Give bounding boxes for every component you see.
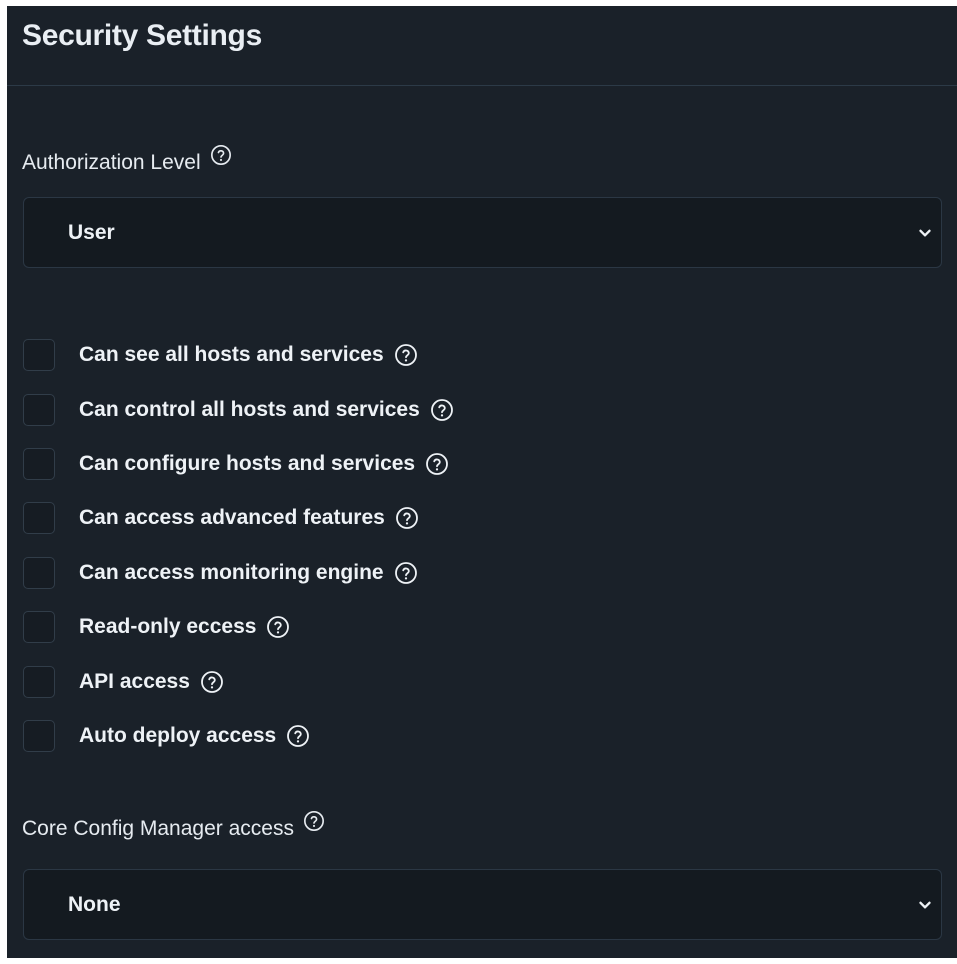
permission-row[interactable]: Can configure hosts and services [23, 437, 923, 491]
permission-row[interactable]: Can access advanced features [23, 491, 923, 545]
authorization-level-label-text: Authorization Level [22, 151, 201, 174]
permission-checkbox[interactable] [23, 447, 55, 480]
permission-row[interactable]: Can control all hosts and services [23, 382, 923, 436]
permission-checkbox[interactable] [23, 665, 55, 698]
help-icon[interactable] [302, 809, 326, 833]
panel-header: Security Settings [7, 6, 957, 86]
chevron-down-icon [918, 898, 932, 912]
permission-checkbox[interactable] [23, 393, 55, 426]
help-icon[interactable] [209, 143, 233, 167]
authorization-level-value: User [68, 220, 115, 244]
permission-checkbox[interactable] [23, 339, 55, 372]
permission-checkbox[interactable] [23, 611, 55, 644]
core-config-manager-select[interactable]: None [23, 869, 942, 940]
permission-label: Can configure hosts and services [79, 451, 416, 475]
authorization-level-label: Authorization Level [22, 145, 233, 175]
permission-row[interactable]: Read-only eccess [23, 600, 923, 654]
chevron-down-icon [918, 226, 932, 240]
help-icon[interactable] [425, 452, 449, 476]
permission-label: Can see all hosts and services [79, 343, 384, 367]
permission-label: Auto deploy access [79, 723, 277, 747]
permission-checkbox[interactable] [23, 719, 55, 752]
permission-row[interactable]: Can access monitoring engine [23, 546, 923, 600]
help-icon[interactable] [266, 615, 290, 639]
help-icon[interactable] [286, 724, 310, 748]
permission-row[interactable]: Auto deploy access [23, 709, 923, 763]
permission-row[interactable]: Can see all hosts and services [23, 328, 923, 382]
permission-label: Can control all hosts and services [79, 397, 420, 421]
permission-label: Read-only eccess [79, 615, 257, 639]
panel-title: Security Settings [22, 19, 262, 52]
core-config-manager-label: Core Config Manager access [22, 811, 326, 841]
permission-label: API access [79, 669, 190, 693]
core-config-manager-label-text: Core Config Manager access [22, 817, 294, 840]
help-icon[interactable] [430, 398, 454, 422]
help-icon[interactable] [395, 506, 419, 530]
authorization-level-select[interactable]: User [23, 197, 942, 268]
permission-label: Can access monitoring engine [79, 560, 384, 584]
core-config-manager-value: None [68, 892, 121, 916]
permission-checkbox[interactable] [23, 502, 55, 535]
permission-checkbox[interactable] [23, 556, 55, 589]
help-icon[interactable] [394, 343, 418, 367]
permission-label: Can access advanced features [79, 506, 385, 530]
help-icon[interactable] [394, 561, 418, 585]
permission-row[interactable]: API access [23, 654, 923, 708]
security-settings-panel: Security Settings Authorization Level Us… [7, 6, 957, 958]
permissions-list: Can see all hosts and services Can contro… [23, 328, 923, 763]
help-icon[interactable] [200, 670, 224, 694]
